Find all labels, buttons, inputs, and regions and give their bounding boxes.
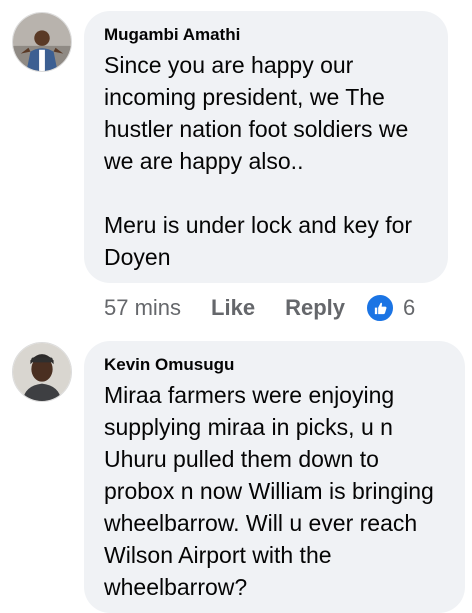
- comment-text: Since you are happy our incoming preside…: [104, 52, 413, 270]
- like-button[interactable]: Like: [211, 295, 255, 321]
- comment-timestamp[interactable]: 57 mins: [104, 295, 181, 321]
- comment-author[interactable]: Mugambi Amathi: [104, 25, 428, 45]
- comment-author[interactable]: Kevin Omusugu: [104, 355, 445, 375]
- comment-bubble: Kevin Omusugu Miraa farmers were enjoyin…: [84, 341, 465, 613]
- comment-text: Miraa farmers were enjoying supplying mi…: [104, 382, 434, 600]
- comment-bubble: Mugambi Amathi Since you are happy our i…: [84, 11, 448, 283]
- avatar[interactable]: [12, 12, 72, 72]
- reaction-count[interactable]: 6: [403, 295, 415, 321]
- reply-button[interactable]: Reply: [285, 295, 345, 321]
- avatar[interactable]: [12, 342, 72, 402]
- like-icon[interactable]: [365, 293, 395, 323]
- comment-actions: 57 mins Like Reply 6: [104, 292, 415, 324]
